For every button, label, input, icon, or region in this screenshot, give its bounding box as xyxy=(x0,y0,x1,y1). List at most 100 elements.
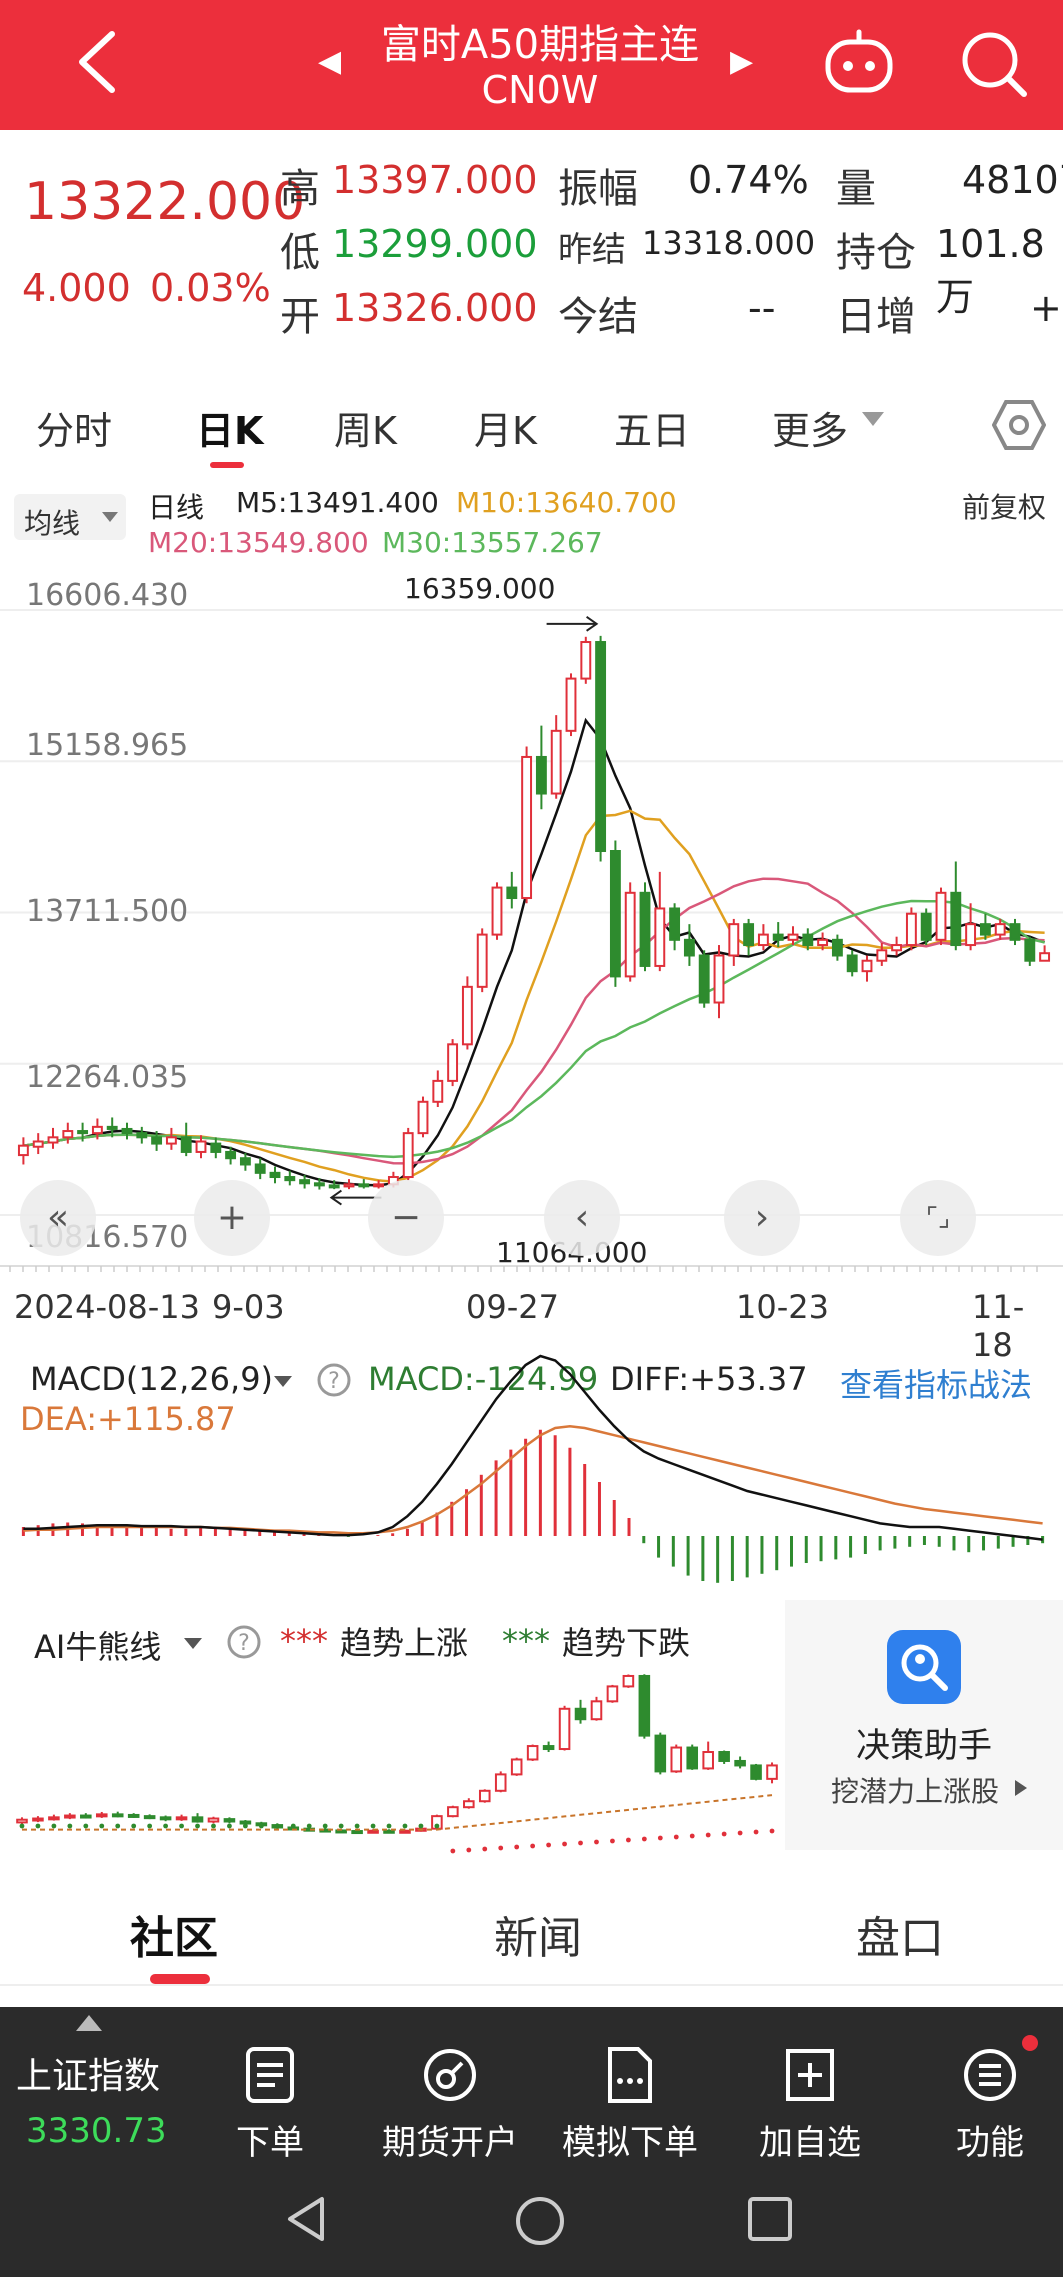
candle-body xyxy=(32,1140,44,1148)
trend-marker xyxy=(163,1823,169,1829)
settle-label: 今结 xyxy=(558,294,638,340)
trend-marker xyxy=(211,1823,216,1829)
trend-marker xyxy=(610,1838,615,1844)
candle-body xyxy=(136,1132,148,1139)
up-trend-label: 趋势上涨 xyxy=(340,1624,469,1662)
nav-back-icon[interactable] xyxy=(282,2193,334,2245)
candle-body xyxy=(269,1171,281,1179)
ai-candle-body xyxy=(654,1734,667,1773)
trend-marker xyxy=(594,1839,599,1845)
fullscreen-button[interactable]: ⌜⌟ xyxy=(900,1180,976,1256)
x-tick-label: 09-27 xyxy=(466,1288,559,1326)
tab-order-book[interactable]: 盘口 xyxy=(856,1902,944,1966)
tab-intraday[interactable]: 分时 xyxy=(36,400,112,455)
tab-community[interactable]: 社区 xyxy=(130,1902,218,1966)
trend-marker xyxy=(195,1823,200,1829)
candle-body xyxy=(580,641,592,680)
candle-body xyxy=(476,933,488,988)
trend-marker xyxy=(434,1823,440,1829)
ma30-value: M30:13557.267 xyxy=(382,526,603,559)
index-name[interactable]: 上证指数 xyxy=(16,2047,160,2099)
candle-body xyxy=(1024,938,1036,962)
scroll-right-button[interactable]: › xyxy=(724,1180,800,1256)
trend-marker xyxy=(737,1830,743,1836)
trend-marker xyxy=(290,1823,296,1829)
tab-weekly-k[interactable]: 周K xyxy=(334,400,397,455)
ma-legend: 均线 日线 M5:13491.400 M10:13640.700 M20:135… xyxy=(0,472,1063,564)
ai-bull-bear-panel: AI牛熊线 ? *** 趋势上涨 *** 趋势下跌 决策助手 挖潜力上涨股 xyxy=(0,1600,1063,1870)
simulated-doc-icon xyxy=(608,2047,652,2103)
ai-candle-body xyxy=(399,1829,411,1834)
ai-candle-body xyxy=(80,1814,92,1819)
simulated-order-button[interactable]: 模拟下单 xyxy=(545,2027,715,2177)
zoom-out-button[interactable]: − xyxy=(368,1180,444,1256)
tab-five-day[interactable]: 五日 xyxy=(614,400,690,455)
robot-assistant-icon[interactable] xyxy=(822,28,896,98)
candle-body xyxy=(876,949,888,962)
simulated-order-label: 模拟下单 xyxy=(562,2123,698,2163)
nav-recents-icon[interactable] xyxy=(744,2193,796,2245)
macd-svg xyxy=(21,1354,1045,1583)
price-change: 4.000 xyxy=(22,266,131,310)
zoom-in-button[interactable]: + xyxy=(194,1180,270,1256)
scroll-left-button[interactable]: ‹ xyxy=(544,1180,620,1256)
scroll-start-button[interactable]: « xyxy=(20,1180,96,1256)
contract-code: CN0W xyxy=(481,68,599,112)
tab-news[interactable]: 新闻 xyxy=(494,1902,582,1966)
ai-candle-body xyxy=(367,1829,379,1834)
candle-body xyxy=(846,954,858,973)
assistant-subtitle: 挖潜力上涨股 xyxy=(830,1775,999,1808)
trend-marker xyxy=(370,1823,376,1829)
kline-chart[interactable]: 16606.430 15158.965 13711.500 12264.035 … xyxy=(0,560,1063,1364)
ai-candle-body xyxy=(510,1758,523,1776)
period-tabs: 分时 日K 周K 月K 五日 更多 xyxy=(0,360,1063,472)
candle-body xyxy=(743,923,755,947)
notification-dot xyxy=(1022,2035,1038,2051)
candle-body xyxy=(299,1179,311,1185)
nav-home-icon[interactable] xyxy=(512,2193,568,2249)
search-icon[interactable] xyxy=(956,26,1030,100)
trend-marker xyxy=(689,1833,695,1839)
ai-candle-body xyxy=(351,1830,363,1835)
daily-increase-value: +0 xyxy=(1030,286,1063,330)
ai-candle-body xyxy=(734,1759,746,1767)
prev-contract-arrow[interactable]: ◀ xyxy=(318,44,341,79)
open-value: 13326.000 xyxy=(332,286,538,330)
tab-monthly-k[interactable]: 月K xyxy=(474,400,537,455)
candle-body xyxy=(225,1150,237,1160)
ai-candle-body xyxy=(383,1829,395,1834)
open-account-button[interactable]: 期货开户 xyxy=(365,2027,535,2177)
back-arrow-icon[interactable] xyxy=(68,26,128,96)
help-icon[interactable]: ? xyxy=(226,1624,262,1660)
functions-button[interactable]: 功能 xyxy=(905,2027,1063,2177)
candle-body xyxy=(772,933,784,941)
add-watchlist-button[interactable]: 加自选 xyxy=(725,2027,895,2177)
adjust-mode[interactable]: 前复权 xyxy=(962,486,1046,526)
ai-selector[interactable]: AI牛熊线 xyxy=(34,1622,161,1668)
trend-marker xyxy=(721,1831,727,1837)
settings-hexagon-icon[interactable] xyxy=(992,398,1046,452)
ma5-value: M5:13491.400 xyxy=(236,486,439,519)
ma20-value: M20:13549.800 xyxy=(148,526,369,559)
order-doc-icon xyxy=(246,2047,294,2103)
candle-body xyxy=(831,938,843,957)
next-contract-arrow[interactable]: ▶ xyxy=(730,44,753,79)
order-button[interactable]: 下单 xyxy=(185,2027,355,2177)
candle-body xyxy=(447,1043,459,1082)
tab-daily-k[interactable]: 日K xyxy=(196,400,263,455)
volume-value: 48107 xyxy=(962,158,1063,202)
ai-candle-body xyxy=(526,1745,539,1761)
trend-marker xyxy=(179,1823,184,1829)
ma10-line xyxy=(23,809,1045,1183)
candle-body xyxy=(935,891,947,941)
tab-more[interactable]: 更多 xyxy=(772,400,848,455)
candle-body xyxy=(284,1176,296,1182)
chevron-down-icon xyxy=(184,1638,202,1649)
candle-body xyxy=(47,1136,59,1144)
candle-body xyxy=(787,933,799,941)
candle-body xyxy=(521,755,533,900)
candle-body xyxy=(595,641,607,853)
decision-assistant-card[interactable]: 决策助手 挖潜力上涨股 xyxy=(785,1600,1063,1850)
trend-marker xyxy=(386,1823,392,1829)
trend-marker xyxy=(338,1823,344,1829)
